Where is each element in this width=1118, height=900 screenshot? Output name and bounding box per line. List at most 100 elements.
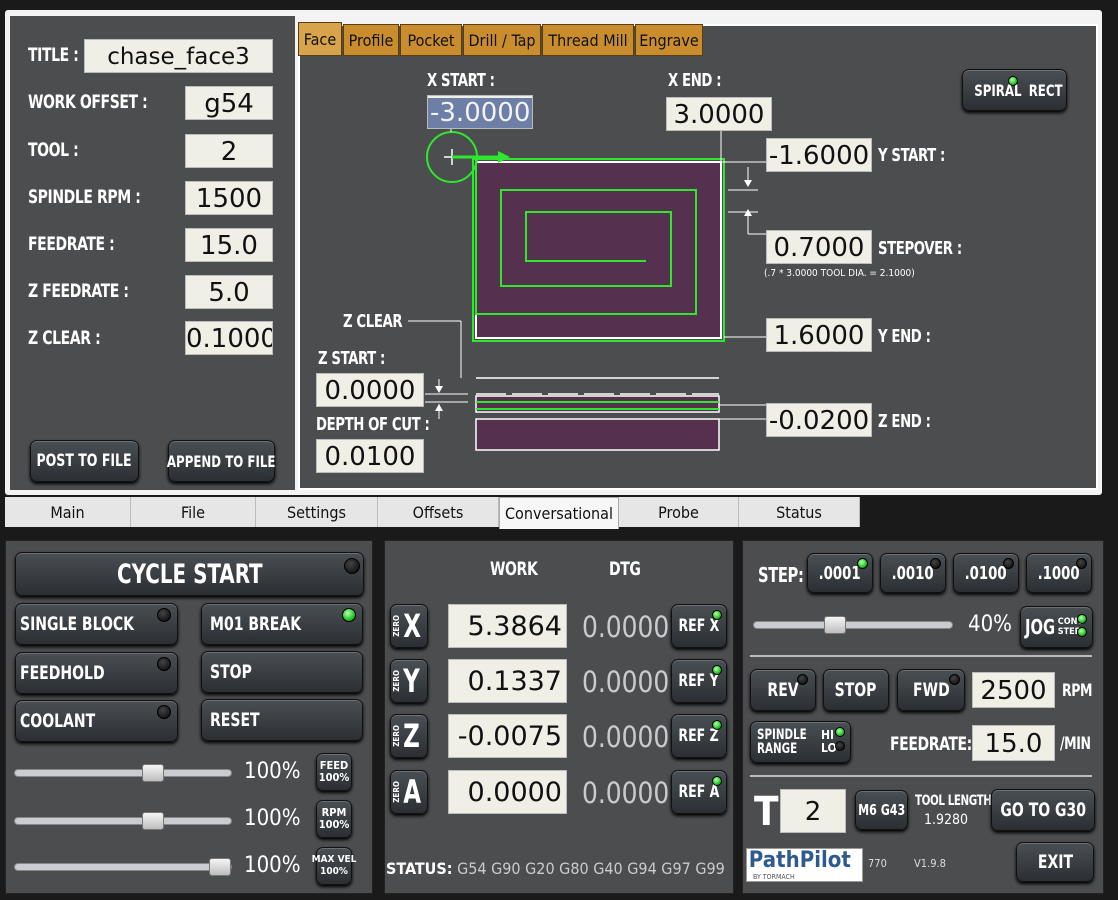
tab-file[interactable]: File — [131, 497, 256, 527]
x-start-input[interactable]: -3.0000 — [427, 95, 533, 129]
step-0100-led — [1003, 558, 1014, 569]
z-clear-label: Z CLEAR : — [28, 327, 101, 349]
tool-length-value: 1.9280 — [924, 812, 969, 828]
step-0010-led — [930, 558, 941, 569]
feed-override-slider[interactable] — [14, 764, 232, 782]
dro-dtg-a: 0.0000 — [582, 776, 670, 810]
y-end-input[interactable]: 1.6000 — [766, 318, 872, 352]
maxvel-reset-button[interactable]: MAX VEL 100% — [312, 847, 356, 885]
x-end-input[interactable]: 3.0000 — [666, 97, 772, 131]
pathpilot-logo: PathPilot BY TORMACH — [746, 848, 863, 882]
feedhold-led — [157, 657, 171, 671]
feed-reset-button[interactable]: FEED 100% — [316, 753, 352, 791]
version-label: V1.9.8 — [914, 857, 946, 870]
jog-step-led — [1077, 627, 1087, 637]
zero-y-button[interactable]: ZERO Y — [390, 659, 428, 703]
tool-input[interactable]: 2 — [185, 134, 273, 168]
tab-settings[interactable]: Settings — [256, 497, 378, 527]
post-to-file-button[interactable]: POST TO FILE — [30, 440, 139, 482]
ref-a-led — [712, 776, 722, 786]
fwd-led — [949, 674, 960, 685]
feed-override-knob[interactable] — [142, 764, 164, 782]
jog-speed-slider[interactable] — [753, 616, 953, 634]
work-offset-label: WORK OFFSET : — [28, 91, 148, 113]
rpm-reset-button[interactable]: RPM 100% — [316, 800, 352, 838]
status-codes: G54 G90 G20 G80 G40 G94 G97 G99 — [457, 859, 725, 878]
title-label: TITLE : — [28, 44, 79, 66]
spindle-rpm-input[interactable]: 1500 — [185, 181, 273, 215]
divider — [750, 655, 1092, 657]
ref-x-led — [712, 610, 722, 620]
title-input[interactable]: chase_face3 — [84, 39, 273, 73]
z-clear-diagram-label: Z CLEAR — [343, 311, 403, 332]
dro-dtg-y: 0.0000 — [582, 665, 670, 699]
zero-a-button[interactable]: ZERO A — [390, 770, 428, 814]
z-start-label: Z START : — [318, 348, 385, 369]
work-offset-input[interactable]: g54 — [185, 86, 273, 120]
tab-main[interactable]: Main — [5, 497, 131, 527]
tool-number-input[interactable]: 2 — [780, 789, 846, 833]
rpm-override-knob[interactable] — [142, 812, 164, 830]
z-feedrate-input[interactable]: 5.0 — [185, 275, 273, 309]
y-start-label: Y START : — [878, 145, 945, 166]
dro-work-x[interactable]: 5.3864 — [448, 604, 567, 648]
step-label: STEP: — [758, 563, 804, 587]
dro-dtg-x: 0.0000 — [582, 610, 670, 644]
tab-probe[interactable]: Probe — [619, 497, 739, 527]
append-to-file-button[interactable]: APPEND TO FILE — [167, 440, 276, 482]
z-start-input[interactable]: 0.0000 — [316, 373, 424, 407]
dro-work-y[interactable]: 0.1337 — [448, 659, 567, 703]
dtg-header: DTG — [609, 558, 641, 580]
spindle-rpm-input[interactable]: 2500 — [972, 672, 1055, 708]
jog-cont-led — [1077, 614, 1087, 624]
dro-work-z[interactable]: -0.0075 — [448, 714, 567, 758]
maxvel-override-knob[interactable] — [209, 858, 231, 876]
m6-g43-button[interactable]: M6 G43 — [855, 790, 908, 830]
coolant-button[interactable]: COOLANT — [15, 700, 178, 742]
feed-override-value: 100% — [244, 759, 301, 784]
exit-button[interactable]: EXIT — [1016, 842, 1094, 882]
tab-offsets[interactable]: Offsets — [378, 497, 499, 527]
spindle-stop-button[interactable]: STOP — [823, 669, 889, 711]
feedhold-button[interactable]: FEEDHOLD — [15, 652, 178, 694]
m01-break-button[interactable]: M01 BREAK — [201, 603, 363, 645]
rpm-override-value: 100% — [244, 806, 301, 831]
spiral-led — [1008, 76, 1018, 86]
stepover-input[interactable]: 0.7000 — [766, 230, 872, 264]
x-start-label: X START : — [427, 70, 495, 91]
feed-unit: /MIN — [1060, 734, 1091, 754]
step-0001-led — [857, 558, 868, 569]
range-hi-led — [835, 727, 845, 737]
step-1000-led — [1076, 558, 1087, 569]
y-start-input[interactable]: -1.6000 — [766, 138, 872, 172]
go-to-g30-button[interactable]: GO TO G30 — [991, 789, 1095, 831]
model-number: 770 — [868, 857, 887, 870]
jog-panel — [742, 540, 1104, 894]
tab-conversational[interactable]: Conversational — [499, 497, 619, 529]
rpm-unit: RPM — [1062, 681, 1093, 701]
status-line: STATUS: G54 G90 G20 G80 G40 G94 G97 G99 — [386, 859, 732, 878]
z-clear-input[interactable]: 0.1000 — [185, 321, 273, 355]
depth-of-cut-input[interactable]: 0.0100 — [316, 439, 424, 473]
zero-z-button[interactable]: ZERO Z — [390, 714, 428, 758]
single-block-button[interactable]: SINGLE BLOCK — [15, 603, 178, 645]
maxvel-override-slider[interactable] — [14, 858, 232, 876]
zero-x-button[interactable]: ZERO X — [390, 604, 428, 648]
depth-of-cut-label: DEPTH OF CUT : — [316, 414, 430, 435]
ref-z-led — [712, 720, 722, 730]
dro-work-a[interactable]: 0.0000 — [448, 770, 567, 814]
reset-button[interactable]: RESET — [201, 699, 363, 741]
z-feedrate-label: Z FEEDRATE : — [28, 280, 129, 302]
cycle-start-button[interactable]: CYCLE START — [15, 552, 364, 596]
z-end-label: Z END : — [878, 411, 931, 432]
rpm-override-slider[interactable] — [14, 812, 232, 830]
dro-dtg-z: 0.0000 — [582, 720, 670, 754]
tab-status[interactable]: Status — [739, 497, 860, 527]
jog-speed-knob[interactable] — [824, 616, 846, 634]
jog-feedrate-input[interactable]: 15.0 — [972, 725, 1055, 761]
tool-length-label: TOOL LENGTH — [915, 793, 992, 809]
feedrate-input[interactable]: 15.0 — [185, 228, 273, 262]
stop-button[interactable]: STOP — [201, 651, 363, 693]
x-end-label: X END : — [668, 70, 722, 91]
z-end-input[interactable]: -0.0200 — [766, 403, 872, 437]
